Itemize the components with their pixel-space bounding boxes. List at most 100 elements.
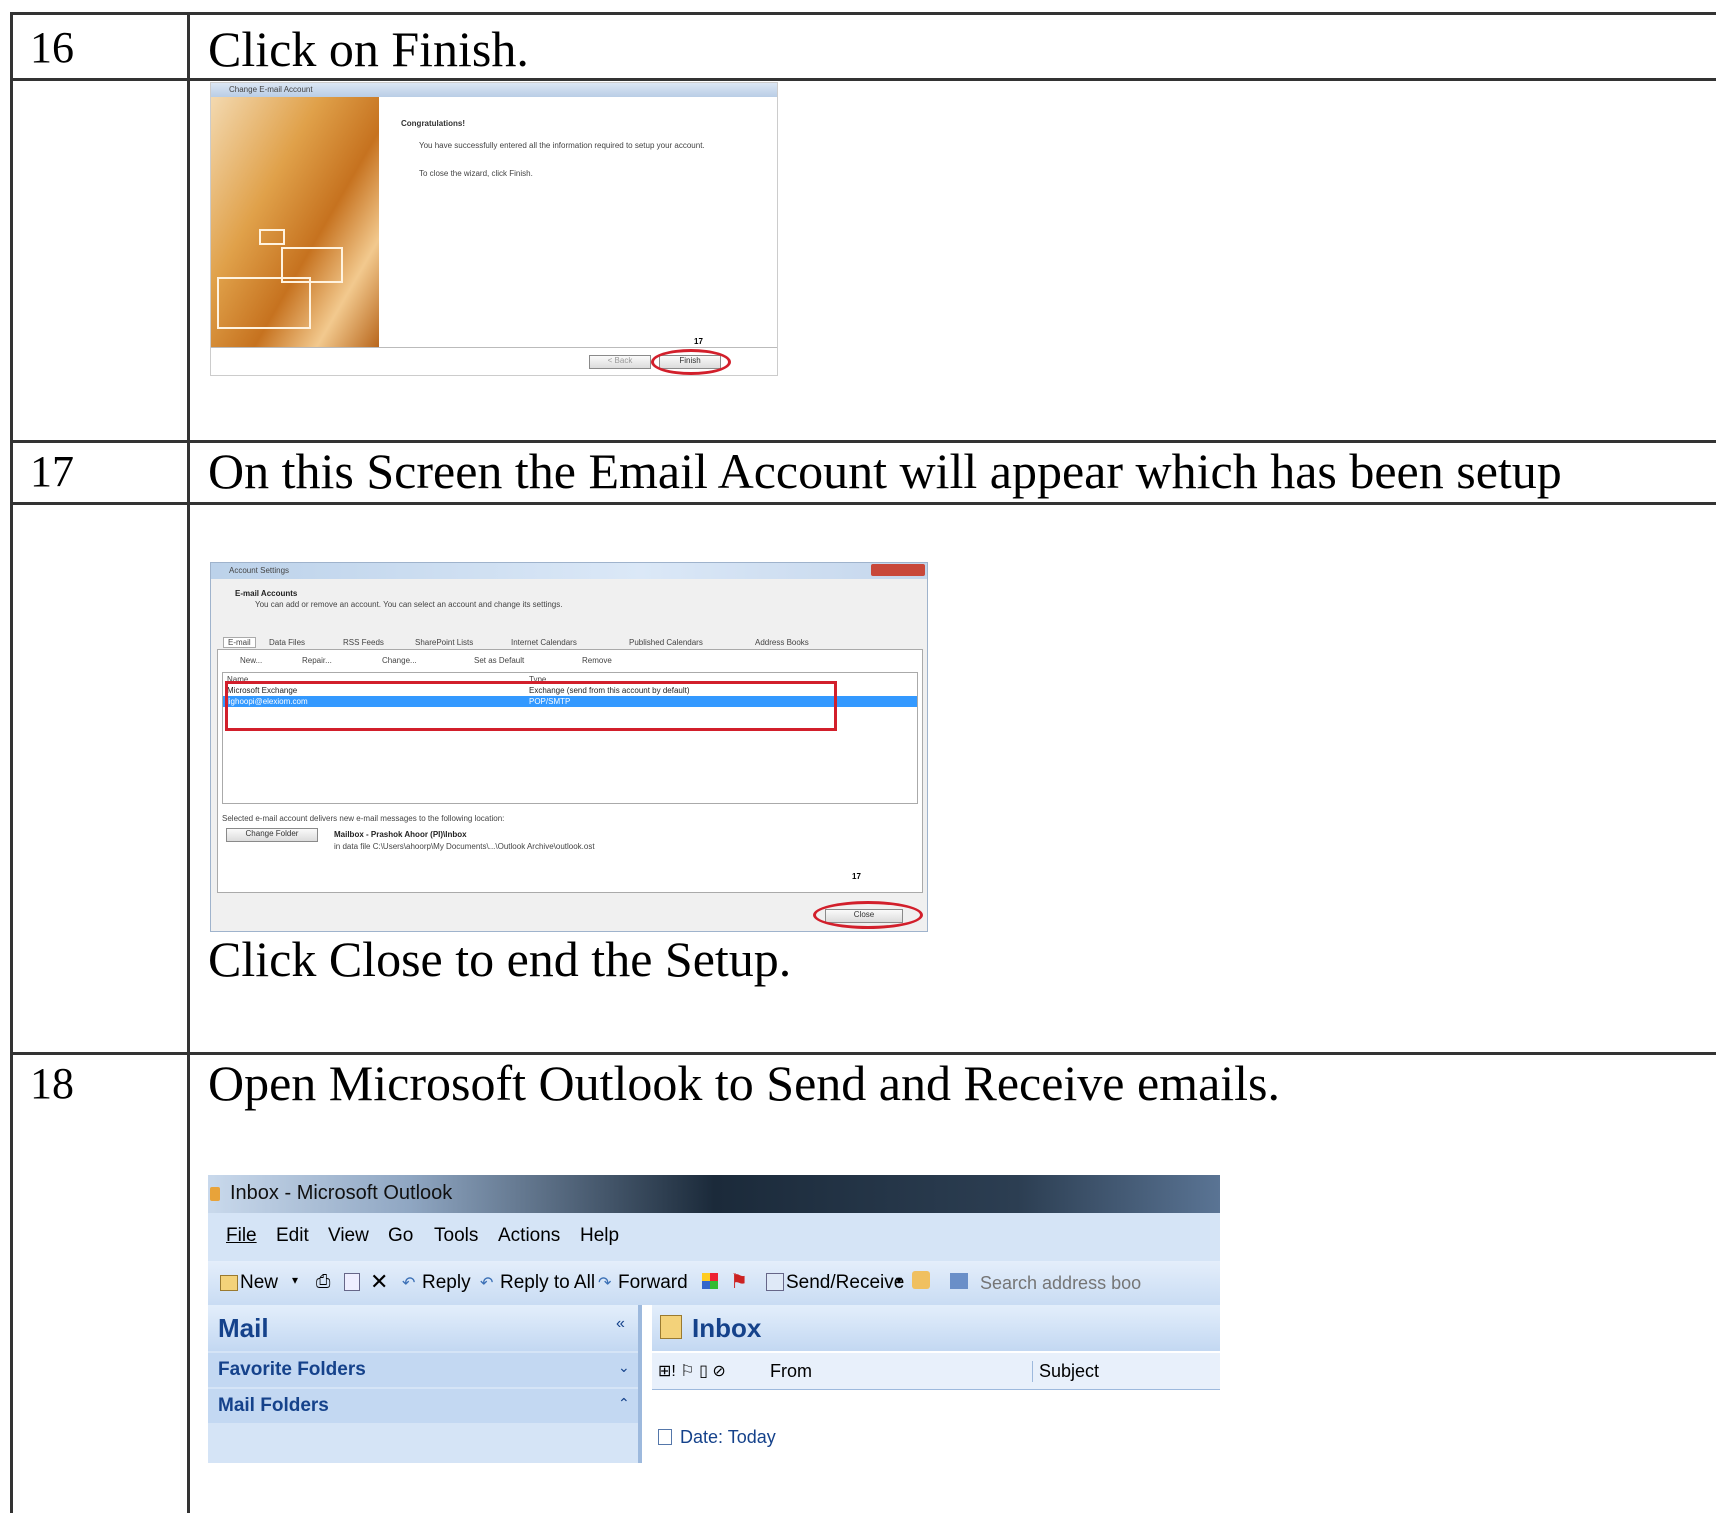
change-folder-button[interactable]: Change Folder xyxy=(226,828,318,842)
tab-published-calendars[interactable]: Published Calendars xyxy=(629,638,703,647)
arrange-icons[interactable]: ⊞! ⚐ ▯ ⊘ xyxy=(658,1361,726,1381)
account-list: Name Type Microsoft Exchange Exchange (s… xyxy=(222,672,918,804)
find-contact-icon[interactable] xyxy=(912,1271,930,1289)
new-button[interactable]: New xyxy=(240,1272,278,1294)
wizard-heading: Congratulations! xyxy=(401,119,465,128)
favorite-folders-label: Favorite Folders xyxy=(218,1359,366,1380)
send-receive-icon xyxy=(766,1273,784,1291)
wizard-title: Change E-mail Account xyxy=(229,85,313,94)
table-column-divider xyxy=(187,12,190,1513)
forward-button[interactable]: Forward xyxy=(618,1272,688,1294)
close-window-icon[interactable] xyxy=(871,564,925,576)
reply-icon: ↶ xyxy=(402,1275,416,1292)
envelope-graphic xyxy=(259,229,285,245)
collapse-icon[interactable]: « xyxy=(616,1315,625,1333)
data-file-path: in data file C:\Users\ahoorp\My Document… xyxy=(334,842,595,851)
categorize-icon[interactable] xyxy=(702,1273,718,1289)
tab-internet-calendars[interactable]: Internet Calendars xyxy=(511,638,577,647)
chevron-down-icon[interactable]: ▾ xyxy=(292,1273,298,1287)
from-column-header[interactable]: From xyxy=(770,1361,812,1382)
wizard-step-annotation: 17 xyxy=(694,337,703,346)
chevron-down-icon[interactable]: ▾ xyxy=(896,1273,902,1287)
favorite-folders-header[interactable]: Favorite Folders ⌄ xyxy=(208,1353,638,1387)
outlook-titlebar: Inbox - Microsoft Outlook xyxy=(208,1175,1220,1213)
mail-pane-title: Mail xyxy=(218,1313,269,1343)
reply-button[interactable]: Reply xyxy=(422,1272,471,1294)
wizard-side-graphic xyxy=(211,97,379,347)
new-mail-icon xyxy=(220,1275,238,1291)
inbox-pane: Inbox ⊞! ⚐ ▯ ⊘ From Subject Date: Today xyxy=(652,1305,1220,1463)
menu-view[interactable]: View xyxy=(328,1225,369,1247)
menu-tools[interactable]: Tools xyxy=(434,1225,478,1247)
tab-sharepoint-lists[interactable]: SharePoint Lists xyxy=(415,638,473,647)
close-highlight xyxy=(813,901,923,929)
tab-rss-feeds[interactable]: RSS Feeds xyxy=(343,638,384,647)
menu-file[interactable]: File xyxy=(226,1225,257,1247)
move-icon[interactable] xyxy=(344,1273,360,1291)
step-instruction: Open Microsoft Outlook to Send and Recei… xyxy=(208,1055,1280,1111)
flag-icon[interactable]: ⚑ xyxy=(730,1269,748,1294)
account-settings-title: Account Settings xyxy=(229,566,290,575)
menu-actions[interactable]: Actions xyxy=(498,1225,560,1247)
account-settings-titlebar: Account Settings xyxy=(211,563,927,579)
subject-column-header[interactable]: Subject xyxy=(1032,1361,1099,1382)
row17-header-divider xyxy=(10,502,1716,505)
inbox-header: Inbox xyxy=(652,1305,1220,1351)
back-button[interactable]: < Back xyxy=(589,355,651,369)
step-instruction: On this Screen the Email Account will ap… xyxy=(208,443,1562,499)
set-default-button[interactable]: Set as Default xyxy=(474,656,524,665)
delete-icon[interactable]: ✕ xyxy=(370,1269,388,1295)
step-number: 16 xyxy=(30,23,74,72)
account-settings-screenshot: Account Settings E-mail Accounts You can… xyxy=(210,562,928,932)
envelope-graphic xyxy=(281,247,343,283)
step-number: 17 xyxy=(30,447,74,496)
mail-folders-label: Mail Folders xyxy=(218,1395,329,1416)
mail-folders-header[interactable]: Mail Folders ⌃ xyxy=(208,1389,638,1423)
account-settings-tabstrip: E-mail Data Files RSS Feeds SharePoint L… xyxy=(215,636,915,648)
outlook-toolbar: New ▾ ⎙ ✕ ↶ Reply ↶ Reply to All ↷ Forwa… xyxy=(208,1261,1220,1305)
envelope-graphic xyxy=(217,277,311,329)
tab-email[interactable]: E-mail xyxy=(223,637,256,648)
reply-all-button[interactable]: Reply to All xyxy=(500,1272,595,1294)
outlook-icon xyxy=(210,1187,220,1201)
date-group-label: Date: Today xyxy=(680,1427,776,1447)
message-list-header: ⊞! ⚐ ▯ ⊘ From Subject xyxy=(652,1353,1220,1390)
address-book-icon[interactable] xyxy=(950,1273,968,1289)
mailbox-location: Mailbox - Prashok Ahoor (PI)\Inbox xyxy=(334,830,467,839)
outlook-menubar: File Edit View Go Tools Actions Help xyxy=(208,1213,1220,1261)
repair-button[interactable]: Repair... xyxy=(302,656,332,665)
remove-button[interactable]: Remove xyxy=(582,656,612,665)
outlook-screenshot: Inbox - Microsoft Outlook File Edit View… xyxy=(208,1175,1220,1463)
chevron-up-icon[interactable]: ⌃ xyxy=(618,1395,630,1412)
inbox-title: Inbox xyxy=(692,1313,762,1343)
menu-help[interactable]: Help xyxy=(580,1225,619,1247)
wizard-instruction: To close the wizard, click Finish. xyxy=(419,169,533,178)
inbox-folder-icon xyxy=(660,1315,682,1339)
new-account-button[interactable]: New... xyxy=(240,656,262,665)
search-address-input[interactable] xyxy=(978,1269,1220,1297)
account-settings-panel: New... Repair... Change... Set as Defaul… xyxy=(217,649,923,893)
settings-step-annotation: 17 xyxy=(852,872,861,881)
tab-address-books[interactable]: Address Books xyxy=(755,638,809,647)
chevron-down-icon[interactable]: ⌄ xyxy=(618,1359,630,1376)
print-icon[interactable]: ⎙ xyxy=(316,1271,330,1292)
menu-go[interactable]: Go xyxy=(388,1225,413,1247)
delivery-location-text: Selected e-mail account delivers new e-m… xyxy=(222,814,505,823)
tab-data-files[interactable]: Data Files xyxy=(269,638,305,647)
step-instruction: Click on Finish. xyxy=(208,21,529,77)
wizard-footer-divider xyxy=(211,347,777,348)
wizard-screenshot: Change E-mail Account Congratulations! Y… xyxy=(210,82,778,376)
change-button[interactable]: Change... xyxy=(382,656,417,665)
row16-header-divider xyxy=(10,78,1716,81)
table-left-border xyxy=(10,12,13,1513)
finish-highlight xyxy=(651,349,731,375)
send-receive-button[interactable]: Send/Receive xyxy=(786,1272,904,1294)
navigation-pane: Mail « Favorite Folders ⌄ Mail Folders ⌃ xyxy=(208,1305,642,1463)
step-subinstruction: Click Close to end the Setup. xyxy=(208,931,792,987)
step-number: 18 xyxy=(30,1059,74,1108)
account-settings-heading: E-mail Accounts xyxy=(235,589,298,598)
wizard-message: You have successfully entered all the in… xyxy=(419,141,705,150)
date-group-toggle[interactable] xyxy=(658,1429,672,1445)
menu-edit[interactable]: Edit xyxy=(276,1225,309,1247)
forward-icon: ↷ xyxy=(598,1275,612,1292)
